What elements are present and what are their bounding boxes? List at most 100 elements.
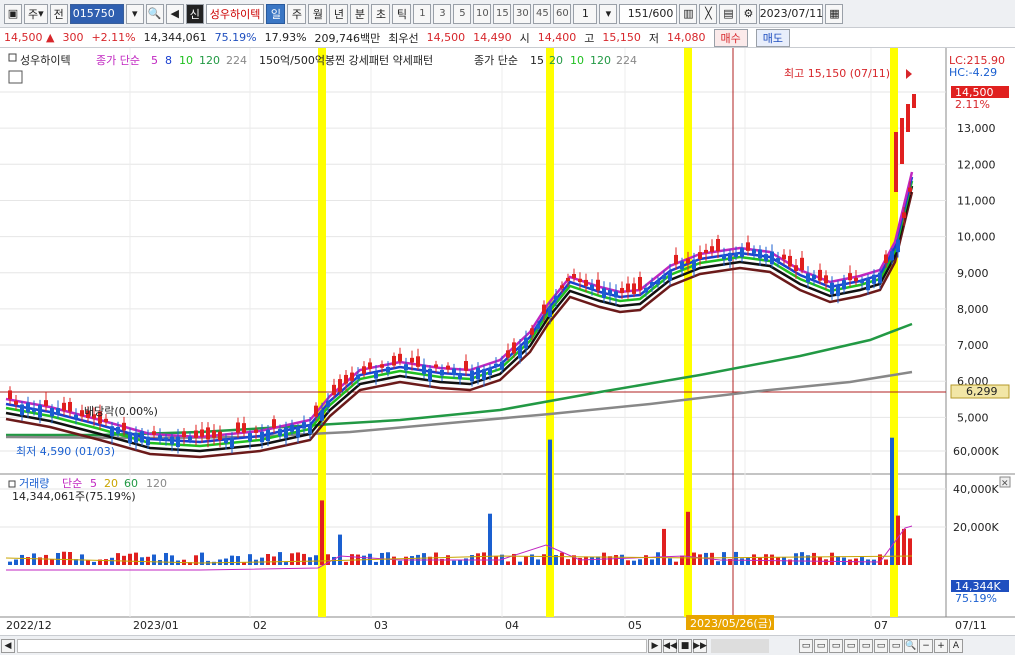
volume-bar [302,553,306,565]
calendar-icon[interactable]: ▦ [825,3,844,24]
candle-body [122,422,126,431]
interval-10[interactable]: 10 [473,3,492,24]
stock-name[interactable]: 성우하이텍 [205,3,265,24]
candle-body [710,246,714,252]
layout-7-icon[interactable]: ▭ [889,638,903,653]
candle-body [860,279,864,283]
chart-area[interactable]: 14,00013,00012,00011,00010,0009,0008,000… [0,48,1015,635]
candle-body [146,436,150,446]
candle-body [530,328,534,335]
candle-body [476,367,480,380]
auto-scale-icon[interactable]: A [949,638,963,653]
legend-stock-name: 성우하이텍 [20,53,71,67]
speed-slider[interactable] [711,638,769,653]
price-axis-label: 8,000 [957,303,989,316]
volume-bar [476,553,480,565]
period-year[interactable]: 년 [329,3,349,24]
type-select[interactable]: 주 ▾ [24,3,48,24]
volume-bar [620,554,624,565]
stop-icon[interactable]: ■ [678,638,692,653]
buy-button[interactable]: 매수 [713,28,748,47]
multiplier-input[interactable]: 1 [573,3,598,24]
table-icon[interactable] [8,70,23,84]
volume-bar [434,552,438,565]
volume-bar [896,515,900,565]
new-badge[interactable]: 신 [185,3,204,24]
interval-30[interactable]: 30 [513,3,532,24]
legend-ma2-10: 10 [570,54,584,67]
volume-bar [374,561,378,565]
candle-body [278,429,282,437]
candle-body [536,324,540,329]
candle-body [314,405,318,417]
legend-ma2-15: 15 [530,54,544,67]
period-second[interactable]: 초 [371,3,391,24]
save-icon[interactable]: ▤ [719,3,738,24]
volume-bar [488,513,492,565]
bar-count-input[interactable]: 151/600 [619,3,678,24]
volume-bar [392,556,396,565]
volume-bar [248,554,252,565]
interval-3[interactable]: 3 [433,3,452,24]
volume-bar [812,552,816,565]
gear-icon[interactable]: ⚙ [739,3,758,24]
scroll-right-icon[interactable]: ▶ [648,638,662,653]
candle-body [470,370,474,382]
candle-body [794,265,798,271]
rewind-icon[interactable]: ◀◀ [663,638,677,653]
period-tick[interactable]: 틱 [392,3,412,24]
fast-forward-icon[interactable]: ▶▶ [693,638,707,653]
scope-select[interactable]: 전 [49,3,68,24]
candle-body [884,254,888,263]
interval-60[interactable]: 60 [553,3,572,24]
period-week[interactable]: 주 [287,3,307,24]
interval-45[interactable]: 45 [533,3,552,24]
layout-6-icon[interactable]: ▭ [874,638,888,653]
dropdown-icon[interactable]: ▾ [125,3,144,24]
layout-4-icon[interactable]: ▭ [844,638,858,653]
plus-icon[interactable]: + [934,638,948,653]
layout-5-icon[interactable]: ▭ [859,638,873,653]
indicator-icon[interactable]: ▥ [679,3,698,24]
volume-bar [122,555,126,565]
sell-button[interactable]: 매도 [755,28,791,47]
candle-body [524,337,528,349]
scroll-left-icon[interactable]: ◀ [1,638,15,653]
stock-code-input[interactable]: 015750 [69,3,124,24]
volume-bar [692,552,696,565]
crosshair-date: 2023/05/26(금) [690,617,772,630]
volume-bar [152,554,156,565]
candle-body [236,422,240,433]
layout-2-icon[interactable]: ▭ [814,638,828,653]
period-day[interactable]: 일 [266,3,286,24]
minus-icon[interactable]: − [919,638,933,653]
price-axis-label: 12,000 [957,158,996,171]
candle-body [422,364,426,374]
window-menu-icon[interactable]: ▣ [4,3,22,24]
interval-15[interactable]: 15 [493,3,512,24]
interval-1[interactable]: 1 [413,3,432,24]
interval-5[interactable]: 5 [453,3,472,24]
type-select-label: 주 [28,7,39,21]
layout-3-icon[interactable]: ▭ [829,638,843,653]
candle-body [626,283,630,293]
period-month[interactable]: 월 [308,3,328,24]
multiplier-dropdown-icon[interactable]: ▾ [599,3,618,24]
speaker-icon[interactable]: ◀ [165,3,184,24]
search-icon[interactable]: 🔍 [145,3,164,24]
candle-body [776,258,780,263]
open-price: 14,400 [537,31,577,44]
volume-bar [674,561,678,565]
layout-1-icon[interactable]: ▭ [799,638,813,653]
scroll-track[interactable] [17,638,647,653]
candle-body [866,277,870,291]
volume-bar [224,558,228,565]
date-input[interactable]: 2023/07/11 [759,3,824,24]
draw-tool-icon[interactable]: ╳ [699,3,718,24]
volume-bar [794,553,798,565]
volume-bar [284,562,288,565]
period-minute[interactable]: 분 [350,3,370,24]
candle-body [656,280,660,285]
zoom-out-icon[interactable]: 🔍 [904,638,918,653]
candle-body [164,437,168,441]
